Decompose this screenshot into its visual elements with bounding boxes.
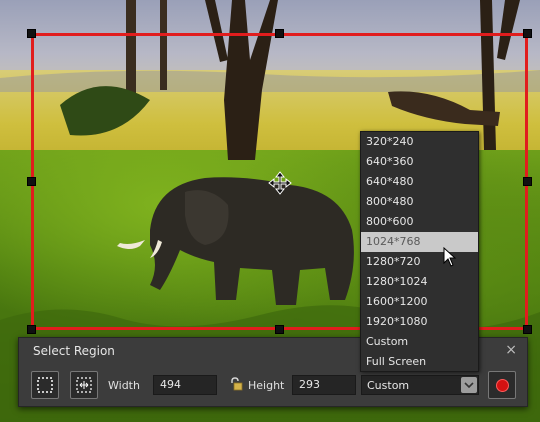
lock-icon[interactable] (229, 377, 243, 391)
fullscreen-region-icon (76, 377, 92, 393)
select-region-icon (37, 377, 53, 393)
width-input[interactable]: 494 (153, 375, 217, 395)
height-input[interactable]: 293 (292, 375, 356, 395)
resize-handle-right[interactable] (523, 177, 532, 186)
resize-handle-bottom-left[interactable] (27, 325, 36, 334)
resize-handle-top[interactable] (275, 29, 284, 38)
select-region-button[interactable] (31, 371, 59, 399)
preset-option-1280x720[interactable]: 1280*720 (361, 252, 478, 272)
preset-option-1280x1024[interactable]: 1280*1024 (361, 272, 478, 292)
resize-handle-bottom-right[interactable] (523, 325, 532, 334)
resize-handle-top-right[interactable] (523, 29, 532, 38)
preset-option-1024x768[interactable]: 1024*768 (361, 232, 478, 252)
preset-option-800x480[interactable]: 800*480 (361, 192, 478, 212)
mouse-pointer-icon (443, 247, 457, 267)
preset-dropdown-list: 320*240 640*360 640*480 800*480 800*600 … (360, 131, 479, 372)
preset-option-1920x1080[interactable]: 1920*1080 (361, 312, 478, 332)
chevron-down-icon[interactable] (461, 377, 477, 393)
preset-option-custom[interactable]: Custom (361, 332, 478, 352)
resize-handle-top-left[interactable] (27, 29, 36, 38)
width-label: Width (108, 379, 140, 392)
move-icon[interactable] (268, 171, 292, 195)
preset-option-640x360[interactable]: 640*360 (361, 152, 478, 172)
close-button[interactable]: × (505, 342, 517, 358)
preset-option-640x480[interactable]: 640*480 (361, 172, 478, 192)
resize-handle-bottom[interactable] (275, 325, 284, 334)
record-icon (495, 378, 509, 392)
record-button[interactable] (488, 371, 516, 399)
resize-handle-left[interactable] (27, 177, 36, 186)
panel-title: Select Region (33, 344, 115, 358)
fullscreen-region-button[interactable] (70, 371, 98, 399)
preset-option-800x600[interactable]: 800*600 (361, 212, 478, 232)
preset-select[interactable]: Custom (361, 375, 479, 395)
preset-select-value: Custom (367, 379, 410, 392)
preset-option-1600x1200[interactable]: 1600*1200 (361, 292, 478, 312)
height-label: Height (248, 379, 285, 392)
preset-option-320x240[interactable]: 320*240 (361, 132, 478, 152)
preset-option-full-screen[interactable]: Full Screen (361, 352, 478, 372)
